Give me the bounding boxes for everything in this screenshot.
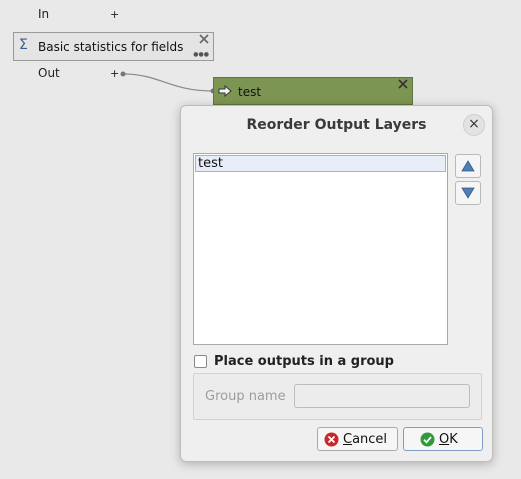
- group-name-input[interactable]: [294, 384, 470, 408]
- output-layers-list[interactable]: test: [193, 153, 448, 345]
- move-up-button[interactable]: [455, 154, 481, 178]
- triangle-up-icon: [461, 160, 475, 172]
- output-node-title: test: [238, 85, 262, 99]
- expand-inputs-button[interactable]: +: [110, 9, 119, 20]
- output-arrow-icon: [218, 85, 232, 97]
- cancel-icon: [324, 432, 339, 447]
- algorithm-node[interactable]: Σ Basic statistics for fields ●●●: [13, 32, 214, 61]
- output-port-label: Out: [38, 66, 60, 80]
- move-down-button[interactable]: [455, 181, 481, 205]
- reorder-output-layers-dialog: Reorder Output Layers × test Place outpu…: [180, 105, 493, 462]
- input-port-label: In: [38, 7, 50, 21]
- checkmark-icon: [420, 432, 435, 447]
- ok-label: OK: [439, 432, 458, 447]
- cancel-label: Cancel: [343, 432, 388, 447]
- dialog-title: Reorder Output Layers: [246, 117, 427, 133]
- group-name-label: Group name: [205, 389, 286, 404]
- expand-outputs-button[interactable]: +: [110, 68, 119, 79]
- list-item[interactable]: test: [195, 155, 446, 172]
- group-checkbox[interactable]: [194, 355, 207, 368]
- close-button[interactable]: ×: [463, 114, 485, 136]
- remove-output-icon[interactable]: [398, 79, 408, 89]
- cancel-button[interactable]: Cancel: [317, 427, 398, 451]
- dialog-titlebar[interactable]: Reorder Output Layers ×: [181, 106, 492, 144]
- close-icon: ×: [468, 116, 480, 132]
- group-checkbox-label[interactable]: Place outputs in a group: [214, 354, 394, 369]
- ok-button[interactable]: OK: [403, 427, 483, 451]
- sigma-icon: Σ: [19, 37, 28, 53]
- group-name-box: Group name: [193, 373, 482, 420]
- output-node[interactable]: test: [213, 77, 413, 105]
- more-options-icon[interactable]: ●●●: [193, 52, 209, 58]
- remove-node-icon[interactable]: [199, 34, 209, 44]
- triangle-down-icon: [461, 187, 475, 199]
- algorithm-node-title: Basic statistics for fields: [38, 40, 184, 54]
